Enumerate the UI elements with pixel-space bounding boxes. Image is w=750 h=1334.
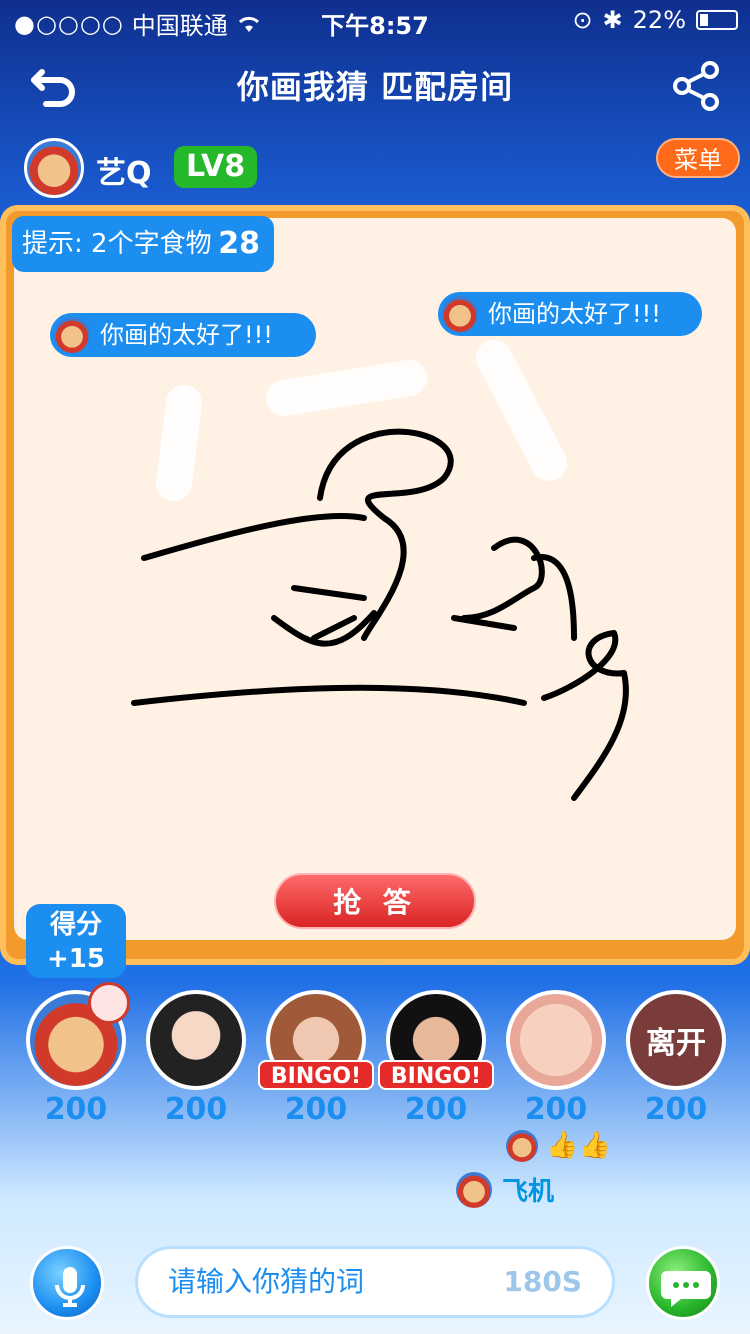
bubble-text: 你画的太好了!!! — [488, 300, 661, 328]
player-score: 200 — [404, 1092, 468, 1127]
player-2[interactable]: 200 — [146, 990, 246, 1127]
guess-input[interactable]: 请输入你猜的词 180S — [135, 1246, 615, 1318]
gift-name: 飞机 — [502, 1177, 555, 1207]
bingo-badge: BINGO! — [378, 1060, 494, 1090]
reaction-row: 👍👍 — [506, 1130, 611, 1162]
player-6[interactable]: 离开 200 — [626, 990, 726, 1127]
bingo-badge: BINGO! — [258, 1060, 374, 1090]
share-icon — [673, 61, 719, 111]
chat-bubble-left: 你画的太好了!!! — [50, 313, 316, 357]
player-score: 200 — [284, 1092, 348, 1127]
hint-label: 提示: 2个字食物 — [22, 229, 212, 259]
voice-button[interactable] — [30, 1246, 104, 1320]
score-badge: 得分 +15 — [26, 904, 126, 978]
bubble-avatar — [54, 317, 90, 353]
bubble-avatar — [442, 296, 478, 332]
hint-box: 提示: 2个字食物 28 — [12, 216, 274, 272]
hint-timer: 28 — [218, 226, 260, 261]
user-avatar[interactable] — [24, 138, 84, 198]
player-3[interactable]: BINGO! 200 — [258, 990, 374, 1127]
battery-percent: 22% — [632, 6, 686, 34]
thumbs-up-icon: 👍👍 — [546, 1130, 612, 1161]
player-score: 200 — [44, 1092, 108, 1127]
page-title: 你画我猜 匹配房间 — [236, 68, 514, 106]
user-name: 艺Q — [96, 156, 152, 191]
battery-icon — [696, 10, 738, 30]
player-avatar — [146, 990, 246, 1090]
player-left-label: 离开 — [646, 1026, 706, 1061]
header: 你画我猜 匹配房间 — [0, 40, 750, 130]
menu-button[interactable]: 菜单 — [656, 138, 740, 178]
guess-input-placeholder: 请输入你猜的词 — [168, 1265, 365, 1298]
player-list: 200 200 BINGO! 200 BINGO! 200 200 离开 200 — [26, 982, 726, 1130]
player-4[interactable]: BINGO! 200 — [378, 990, 494, 1127]
player-score: 200 — [524, 1092, 588, 1127]
bluetooth-icon: ✱ — [602, 6, 623, 34]
chat-bubble-icon — [661, 1271, 711, 1307]
drawer-badge-icon — [88, 982, 130, 1024]
reaction-avatar — [506, 1130, 538, 1162]
lock-rotation-icon: ⊙ — [572, 6, 593, 34]
chat-bubble-right: 你画的太好了!!! — [438, 292, 702, 336]
bubble-text: 你画的太好了!!! — [100, 321, 273, 349]
player-5[interactable]: 200 — [506, 990, 606, 1127]
guess-timer: 180S — [503, 1265, 582, 1298]
score-value: +15 — [47, 944, 105, 974]
score-label: 得分 — [49, 910, 102, 940]
chat-button[interactable] — [646, 1246, 720, 1320]
level-badge: LV8 — [174, 146, 258, 188]
player-score: 200 — [164, 1092, 228, 1127]
player-1[interactable]: 200 — [26, 982, 130, 1127]
status-bar: ●○○○○ 中国联通 下午8:57 ⊙ ✱ 22% — [0, 0, 750, 40]
microphone-icon — [55, 1267, 85, 1307]
gift-row: 飞机 — [456, 1171, 554, 1208]
gift-avatar — [456, 1171, 492, 1208]
share-button[interactable] — [670, 60, 722, 112]
answer-button[interactable]: 抢 答 — [274, 873, 476, 929]
player-avatar — [506, 990, 606, 1090]
status-bar-right: ⊙ ✱ 22% — [572, 6, 738, 34]
player-score: 200 — [644, 1092, 708, 1127]
